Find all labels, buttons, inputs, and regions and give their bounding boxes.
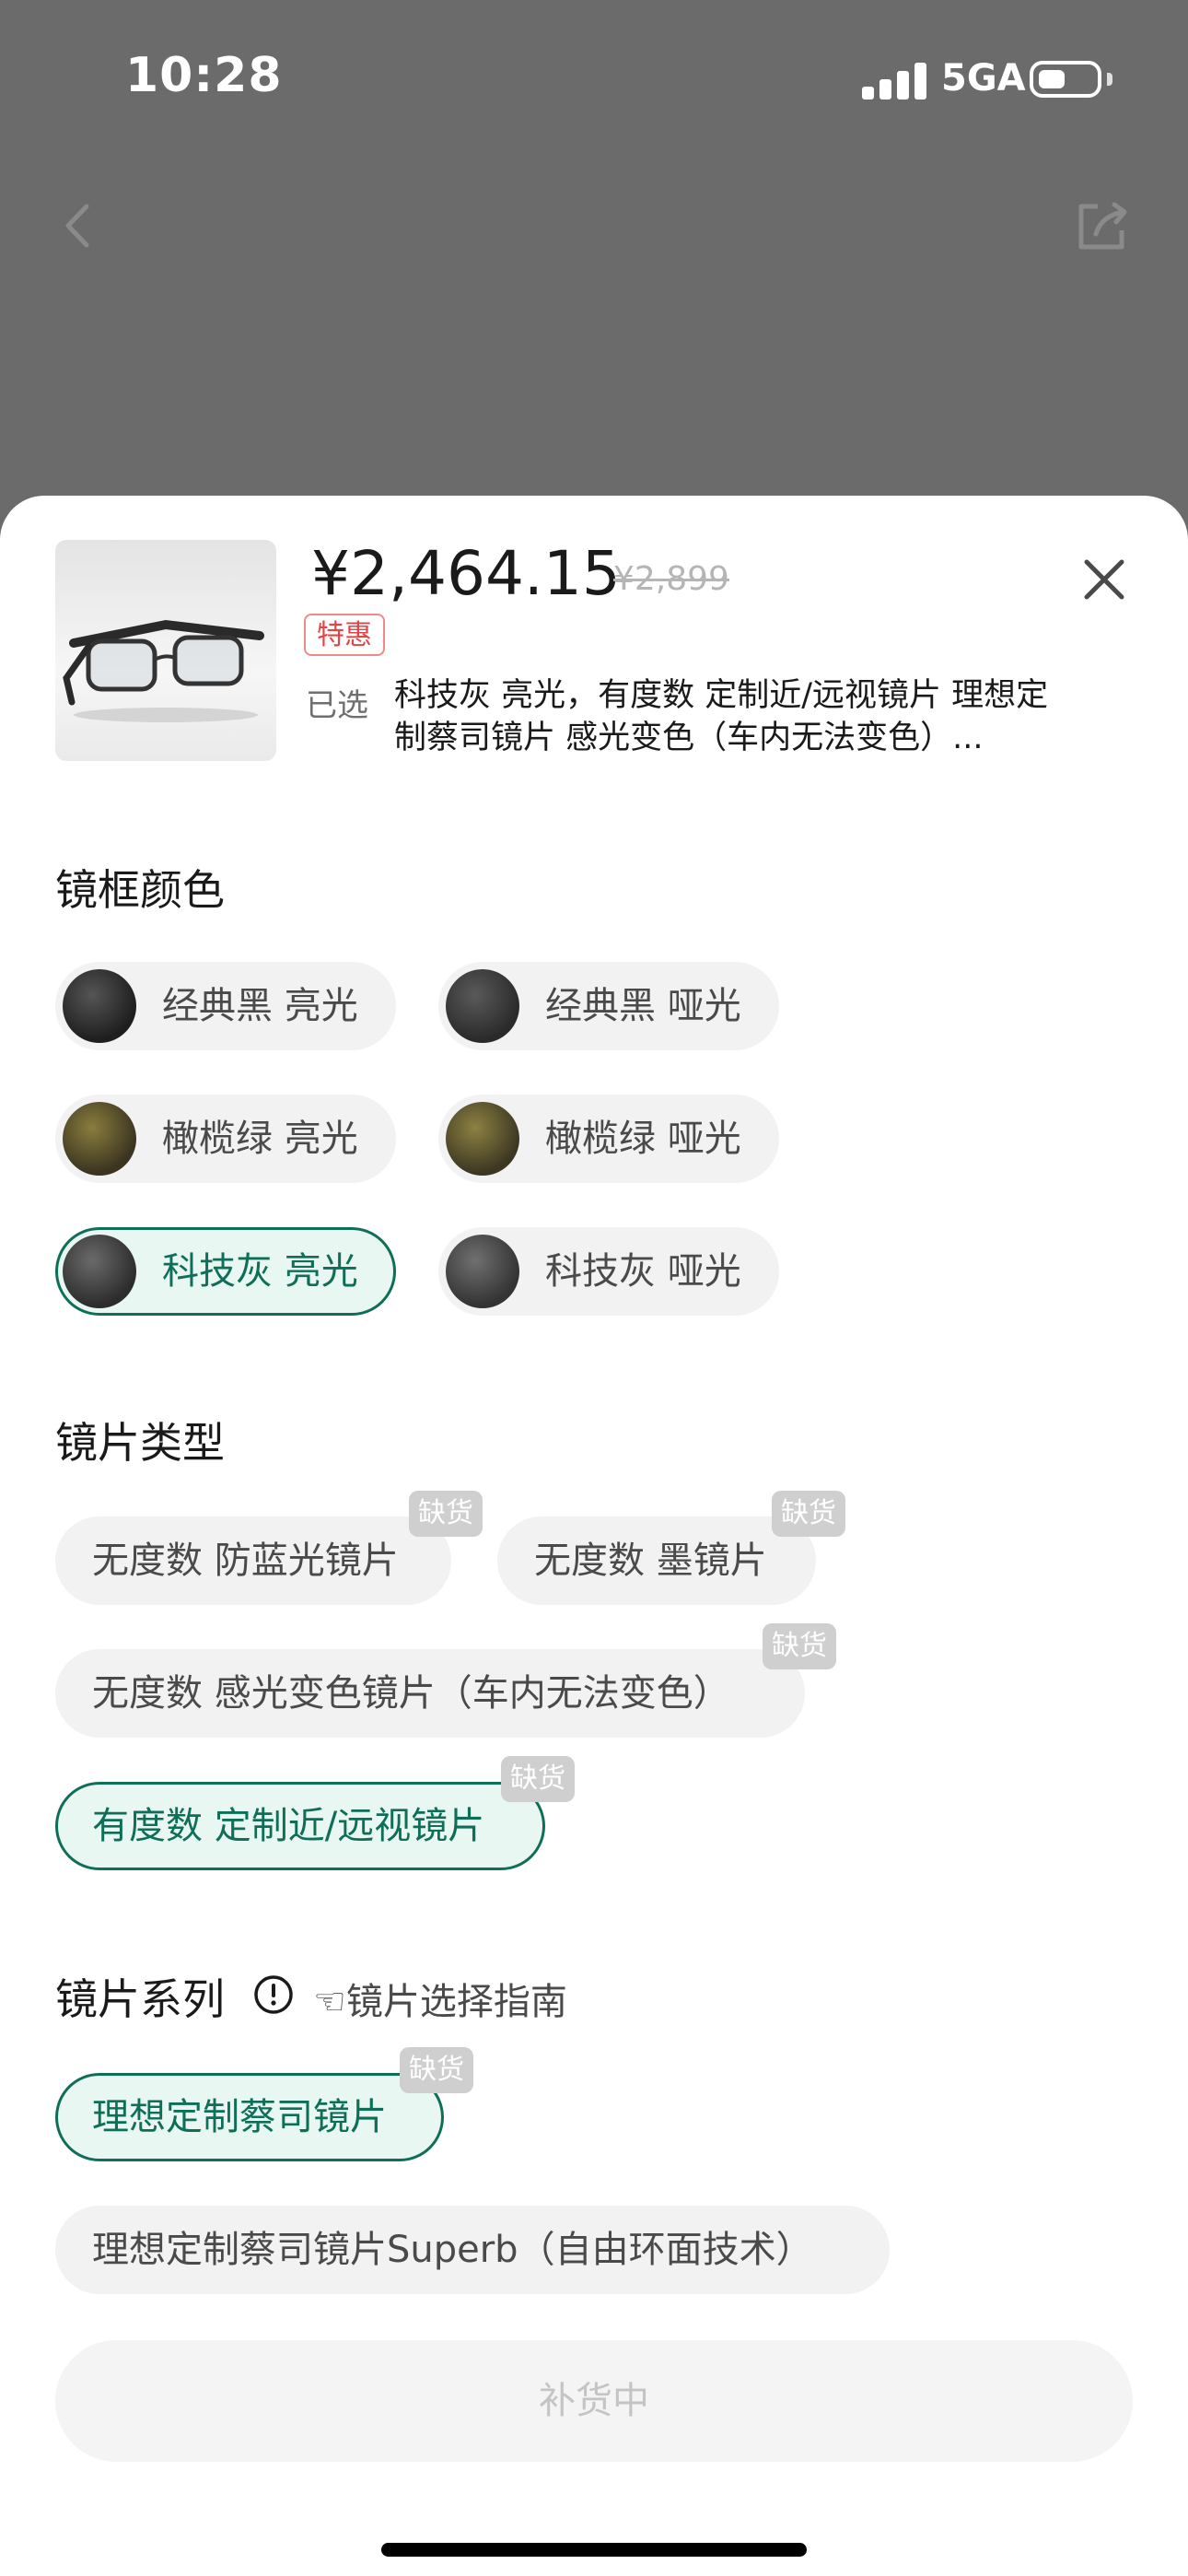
- current-price: ¥2,464.15: [311, 538, 621, 609]
- close-icon[interactable]: [1072, 547, 1136, 612]
- frame-color-option[interactable]: 科技灰 哑光: [438, 1227, 779, 1316]
- option-label: 经典黑 哑光: [545, 985, 741, 1027]
- option-label: 科技灰 哑光: [545, 1250, 741, 1293]
- battery-icon: [1030, 61, 1101, 98]
- frame-color-option[interactable]: 橄榄绿 哑光: [438, 1095, 779, 1183]
- frame-color-option[interactable]: 橄榄绿 亮光: [55, 1095, 396, 1183]
- out-of-stock-badge: 缺货: [409, 1491, 483, 1537]
- lens-type-option-selected[interactable]: 有度数 定制近/远视镜片: [55, 1782, 545, 1870]
- color-swatch: [63, 969, 136, 1043]
- option-label: 无度数 防蓝光镜片: [92, 1540, 399, 1582]
- lens-series-option-selected[interactable]: 理想定制蔡司镜片: [55, 2073, 444, 2161]
- signal-icon: [862, 63, 926, 100]
- option-label: 经典黑 亮光: [162, 985, 358, 1027]
- color-swatch: [446, 1235, 519, 1308]
- home-indicator: [381, 2543, 807, 2557]
- color-swatch: [446, 969, 519, 1043]
- out-of-stock-badge: 缺货: [763, 1623, 836, 1669]
- lens-series-option[interactable]: 理想定制蔡司镜片Superb（自由环面技术）: [55, 2206, 890, 2294]
- out-of-stock-badge: 缺货: [772, 1491, 845, 1537]
- color-swatch: [63, 1235, 136, 1308]
- battery-cap: [1107, 73, 1112, 86]
- lens-series-title: 镜片系列: [55, 1974, 225, 2024]
- frame-color-option[interactable]: 经典黑 哑光: [438, 962, 779, 1050]
- chevron-left-icon[interactable]: [46, 193, 111, 258]
- network-label: 5GA: [941, 57, 1026, 100]
- lens-type-title: 镜片类型: [55, 1418, 225, 1468]
- color-swatch: [63, 1102, 136, 1176]
- restock-button[interactable]: 补货中: [55, 2340, 1133, 2462]
- option-label: 无度数 感光变色镜片（车内无法变色）: [92, 1672, 730, 1715]
- option-label: 无度数 墨镜片: [534, 1540, 767, 1582]
- option-label: 有度数 定制近/远视镜片: [92, 1805, 485, 1847]
- lens-type-option[interactable]: 无度数 防蓝光镜片: [55, 1516, 451, 1605]
- option-label: 橄榄绿 哑光: [545, 1118, 741, 1160]
- frame-color-option-selected[interactable]: 科技灰 亮光: [55, 1227, 396, 1316]
- sku-selection-sheet: ¥2,464.15 ¥2,899 特惠 已选 科技灰 亮光，有度数 定制近/远视…: [0, 496, 1188, 2576]
- option-label: 理想定制蔡司镜片: [92, 2096, 387, 2138]
- color-swatch: [446, 1102, 519, 1176]
- info-icon[interactable]: [252, 1973, 295, 2016]
- lens-guide-link[interactable]: ☜镜片选择指南: [313, 1972, 567, 2025]
- promo-tag: 特惠: [304, 614, 385, 656]
- frame-color-option[interactable]: 经典黑 亮光: [55, 962, 396, 1050]
- option-label: 橄榄绿 亮光: [162, 1118, 358, 1160]
- product-thumbnail: [55, 540, 276, 761]
- share-icon[interactable]: [1070, 193, 1135, 258]
- out-of-stock-badge: 缺货: [400, 2047, 473, 2093]
- frame-color-title: 镜框颜色: [55, 865, 225, 915]
- status-time: 10:28: [125, 48, 283, 103]
- lens-type-option[interactable]: 无度数 墨镜片: [497, 1516, 816, 1605]
- out-of-stock-badge: 缺货: [501, 1756, 575, 1802]
- original-price: ¥2,899: [613, 560, 729, 598]
- option-label: 科技灰 亮光: [162, 1250, 358, 1293]
- selected-summary: 科技灰 亮光，有度数 定制近/远视镜片 理想定制蔡司镜片 感光变色（车内无法变色…: [394, 677, 1049, 756]
- lens-type-option[interactable]: 无度数 感光变色镜片（车内无法变色）: [55, 1649, 805, 1738]
- selected-label: 已选: [306, 687, 368, 724]
- status-bar: 10:28 5GA: [0, 0, 1188, 166]
- option-label: 理想定制蔡司镜片Superb（自由环面技术）: [92, 2229, 813, 2271]
